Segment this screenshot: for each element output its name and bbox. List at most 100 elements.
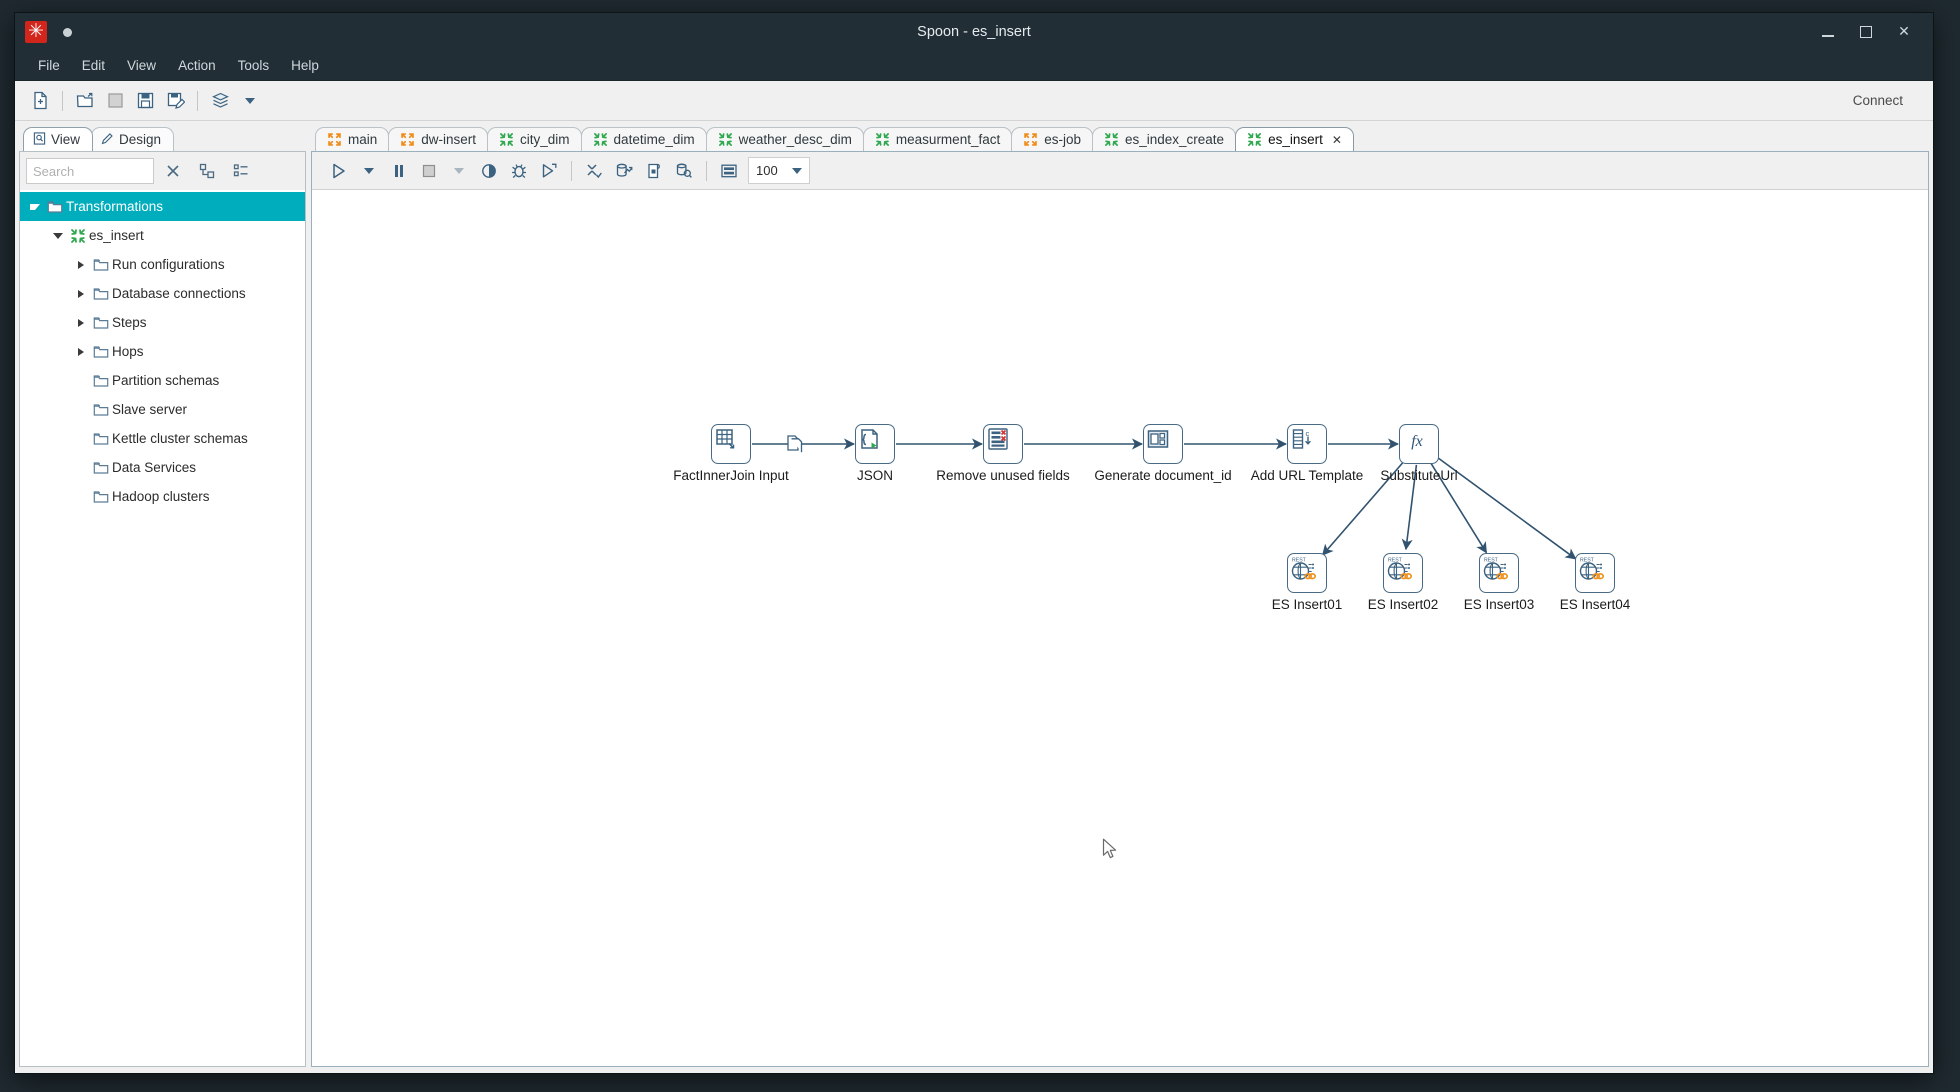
save-as-button[interactable] <box>160 86 190 116</box>
generate-sql-button[interactable] <box>639 156 669 186</box>
chevron-right-icon[interactable] <box>72 347 90 356</box>
transformation-tree: Transformations es_insert Run configurati… <box>20 190 305 1066</box>
canvas-toolbar-divider-1 <box>571 160 572 181</box>
tree-item-partition-schemas[interactable]: Partition schemas <box>20 366 305 395</box>
step-icon-box[interactable] <box>983 424 1023 464</box>
tree-item-data-services[interactable]: Data Services <box>20 453 305 482</box>
editor-tab-dw-insert[interactable]: dw-insert <box>388 127 489 151</box>
analyze-impact-button[interactable] <box>609 156 639 186</box>
menu-edit[interactable]: Edit <box>71 54 116 77</box>
editor-tab-datetime-dim[interactable]: datetime_dim <box>580 127 707 151</box>
minimize-button[interactable] <box>1811 17 1845 47</box>
job-icon <box>1023 132 1038 147</box>
tab-design[interactable]: Design <box>91 127 175 151</box>
tree-item-run-configurations[interactable]: Run configurations <box>20 250 305 279</box>
verify-button[interactable] <box>579 156 609 186</box>
tree-item-database-connections[interactable]: Database connections <box>20 279 305 308</box>
new-file-button[interactable] <box>25 86 55 116</box>
perspective-dropdown[interactable] <box>235 86 265 116</box>
tree-item-transformations[interactable]: Transformations <box>20 192 305 221</box>
step-icon-box[interactable]: REST <box>1575 553 1615 593</box>
chevron-right-icon[interactable] <box>72 289 90 298</box>
editor-tab-es-index-create[interactable]: es_index_create <box>1092 127 1237 151</box>
tree-item-hops[interactable]: Hops <box>20 337 305 366</box>
menu-action[interactable]: Action <box>167 54 227 77</box>
folder-icon <box>90 257 112 273</box>
step-label: ES Insert04 <box>1559 597 1631 612</box>
tree-item-label: Kettle cluster schemas <box>112 431 248 446</box>
save-button[interactable] <box>130 86 160 116</box>
folder-icon <box>90 402 112 418</box>
transformation-editor: 100 FactInnerJoin Input JSON Remove unuse <box>311 151 1929 1067</box>
transformation-icon <box>499 132 514 147</box>
step-icon-box[interactable]: REST <box>1287 553 1327 593</box>
zoom-level-combo[interactable]: 100 <box>748 157 810 184</box>
stop-options-dropdown[interactable] <box>444 156 474 186</box>
editor-tab-main[interactable]: main <box>315 127 390 151</box>
title-bar: Spoon - es_insert ✕ <box>15 13 1933 51</box>
maximize-button[interactable] <box>1849 17 1883 47</box>
step-icon-box[interactable]: REST <box>1479 553 1519 593</box>
tree-item-steps[interactable]: Steps <box>20 308 305 337</box>
step-icon-box[interactable] <box>1143 424 1183 464</box>
run-button[interactable] <box>324 156 354 186</box>
transformation-icon <box>1104 132 1119 147</box>
menu-view[interactable]: View <box>116 54 167 77</box>
application-window: Spoon - es_insert ✕ File Edit View Actio… <box>14 12 1934 1074</box>
pause-button[interactable] <box>384 156 414 186</box>
step-icon-box[interactable] <box>711 424 751 464</box>
expand-all-button[interactable] <box>192 158 222 184</box>
step-label: Remove unused fields <box>936 468 1070 483</box>
replay-button[interactable] <box>534 156 564 186</box>
step-icon-box[interactable]: c <box>1287 424 1327 464</box>
step-label: Generate document_id <box>1094 468 1232 483</box>
chevron-down-icon[interactable] <box>26 203 44 210</box>
step-icon-box[interactable]: fx <box>1399 424 1439 464</box>
search-input[interactable] <box>26 158 154 184</box>
show-grid-button[interactable] <box>714 156 744 186</box>
explore-database-button[interactable] <box>669 156 699 186</box>
chevron-down-icon[interactable] <box>792 167 802 174</box>
menu-tools[interactable]: Tools <box>227 54 281 77</box>
run-options-dropdown[interactable] <box>354 156 384 186</box>
transformation-icon <box>1247 132 1262 147</box>
folder-icon <box>90 373 112 389</box>
preview-button[interactable] <box>474 156 504 186</box>
chevron-right-icon[interactable] <box>72 260 90 269</box>
editor-tab-city-dim[interactable]: city_dim <box>487 127 582 151</box>
clear-search-button[interactable] <box>158 158 188 184</box>
tab-view[interactable]: View <box>23 127 94 151</box>
connect-button[interactable]: Connect <box>1853 93 1903 108</box>
close-tab-icon[interactable]: ✕ <box>1332 133 1342 147</box>
canvas-toolbar-divider-2 <box>706 160 707 181</box>
editor-tab-es-insert[interactable]: es_insert ✕ <box>1235 127 1354 151</box>
chevron-down-icon[interactable] <box>49 232 67 239</box>
step-icon-box[interactable]: REST <box>1383 553 1423 593</box>
transformation-icon <box>718 132 733 147</box>
tree-item-slave-server[interactable]: Slave server <box>20 395 305 424</box>
editor-tab-weather-desc-dim[interactable]: weather_desc_dim <box>705 127 864 151</box>
folder-icon <box>90 315 112 331</box>
editor-tab-label: dw-insert <box>421 132 477 147</box>
tree-item-kettle-cluster-schemas[interactable]: Kettle cluster schemas <box>20 424 305 453</box>
left-panel-tabs: View Design <box>19 125 306 151</box>
menu-help[interactable]: Help <box>280 54 330 77</box>
collapse-all-button[interactable] <box>226 158 256 184</box>
transformation-icon <box>70 228 86 244</box>
explore-repository-button[interactable] <box>100 86 130 116</box>
transformation-canvas[interactable]: FactInnerJoin Input JSON Remove unused fie… <box>312 190 1928 1066</box>
editor-tab-es-job[interactable]: es-job <box>1011 127 1093 151</box>
tree-item-es-insert[interactable]: es_insert <box>20 221 305 250</box>
open-file-button[interactable] <box>70 86 100 116</box>
step-icon-box[interactable] <box>855 424 895 464</box>
debug-button[interactable] <box>504 156 534 186</box>
stop-button[interactable] <box>414 156 444 186</box>
tree-item-label: Transformations <box>66 199 164 214</box>
tree-item-hadoop-clusters[interactable]: Hadoop clusters <box>20 482 305 511</box>
close-button[interactable]: ✕ <box>1887 17 1921 47</box>
perspective-button[interactable] <box>205 86 235 116</box>
editor-tab-measurment-fact[interactable]: measurment_fact <box>862 127 1013 151</box>
chevron-right-icon[interactable] <box>72 318 90 327</box>
menu-file[interactable]: File <box>27 54 71 77</box>
editor-tab-label: city_dim <box>520 132 570 147</box>
